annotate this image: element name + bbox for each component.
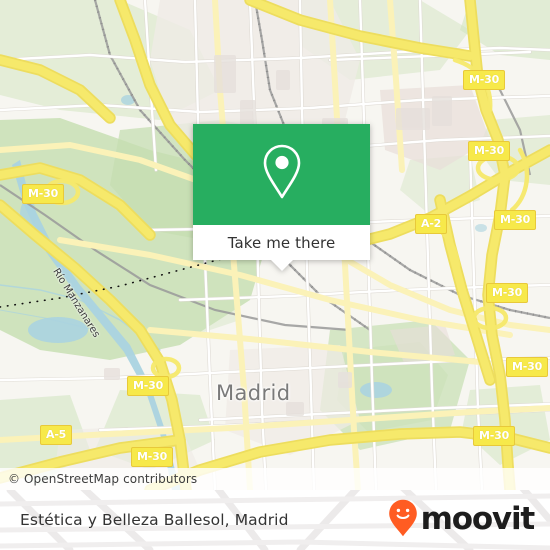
moovit-pin-smiley-icon xyxy=(388,499,418,542)
take-me-there-label: Take me there xyxy=(227,233,336,252)
road-shield: A-5 xyxy=(40,425,73,445)
road-shield: M-30 xyxy=(131,447,174,467)
place-title-text: Estética y Belleza Ballesol, Madrid xyxy=(20,511,289,529)
popup-tail xyxy=(270,260,293,271)
road-shield: M-30 xyxy=(494,210,537,230)
road-shield: M-30 xyxy=(468,141,511,161)
openstreetmap-attribution: © OpenStreetMap contributors xyxy=(8,472,198,486)
map-canvas[interactable]: .park { fill:#cfe3bd; } .park2 { fill:#d… xyxy=(0,0,550,490)
popup-icon-area xyxy=(193,124,370,225)
moovit-wordmark: moovit xyxy=(420,501,536,537)
footer-bar: Estética y Belleza Ballesol, Madrid moov… xyxy=(0,490,550,550)
popup-action-bar[interactable]: Take me there xyxy=(193,225,370,271)
road-shield: M-30 xyxy=(127,376,170,396)
road-shield: M-30 xyxy=(22,184,65,204)
map-place-label-madrid: Madrid xyxy=(216,381,291,405)
moovit-brand[interactable]: moovit xyxy=(388,490,536,550)
road-shield: A-2 xyxy=(415,214,448,234)
place-title: Estética y Belleza Ballesol, Madrid xyxy=(20,490,289,550)
map-popup-card[interactable]: Take me there xyxy=(193,124,370,271)
road-shield: M-30 xyxy=(486,283,529,303)
road-shield: M-30 xyxy=(473,426,516,446)
road-shield: M-30 xyxy=(463,70,506,90)
map-screenshot: .park { fill:#cfe3bd; } .park2 { fill:#d… xyxy=(0,0,550,550)
road-shield: M-30 xyxy=(506,357,549,377)
map-pin-icon xyxy=(259,142,305,207)
map-attribution-bar: © OpenStreetMap contributors xyxy=(0,468,550,490)
